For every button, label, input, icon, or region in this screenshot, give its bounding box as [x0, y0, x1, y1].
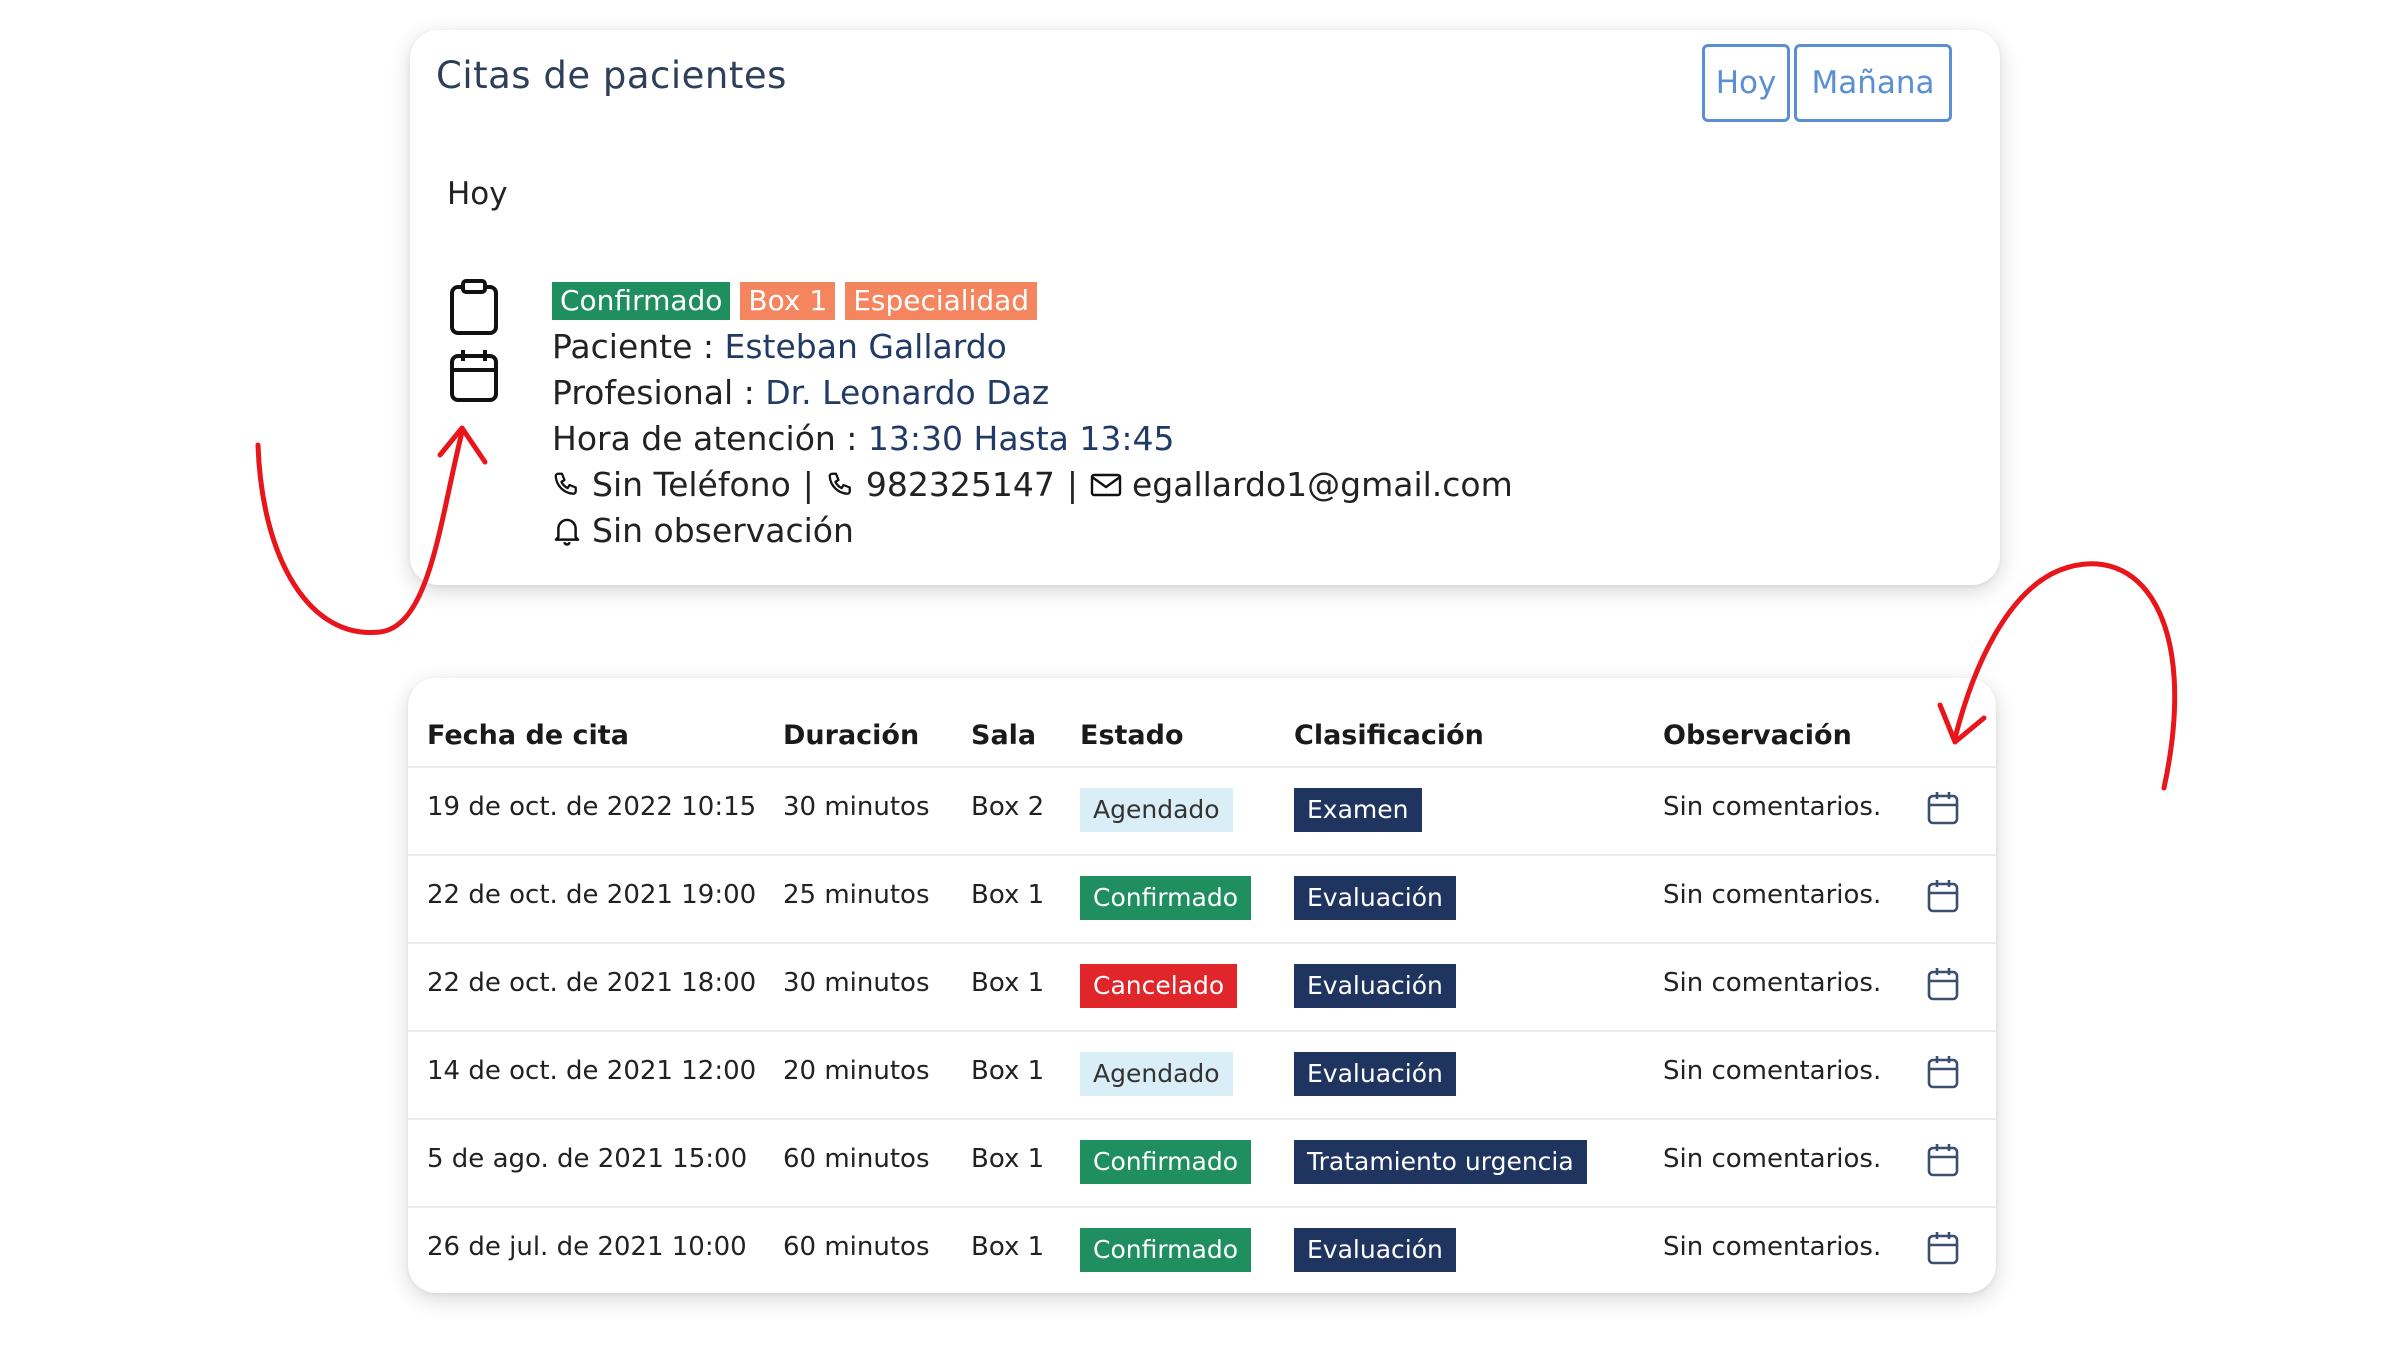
table-row[interactable]: 22 de oct. de 2021 18:00 30 minutos Box 1 S…	[408, 942, 1996, 1030]
professional-line: Profesional : Dr. Leonardo Daz	[552, 370, 1513, 416]
status-badge: Confirmado	[1080, 1228, 1252, 1272]
professional-name: Dr. Leonardo Daz	[765, 373, 1050, 412]
row-calendar-icon[interactable]	[1926, 1230, 1960, 1270]
professional-label: Profesional :	[552, 373, 766, 412]
status-badge: Cancelado	[1080, 964, 1238, 1008]
header-duracion: Duración	[783, 720, 920, 751]
cell-sala: Box 1	[971, 1144, 1045, 1174]
clipboard-icon[interactable]	[448, 278, 500, 336]
cell-observacion: Sin comentarios.	[1663, 792, 1882, 822]
cell-observacion: Sin comentarios.	[1663, 880, 1882, 910]
cell-duracion: 30 minutos	[783, 968, 930, 998]
today-button[interactable]: Hoy	[1702, 44, 1790, 122]
cell-observacion: Sin comentarios.	[1663, 968, 1882, 998]
cell-sala: Box 1	[971, 1056, 1045, 1086]
phone-icon	[552, 470, 582, 500]
cell-duracion: 30 minutos	[783, 792, 930, 822]
status-badge: Agendado	[1080, 788, 1233, 832]
contact-line: Sin Teléfono | 982325147 | egallardo1@gm…	[552, 462, 1513, 508]
time-label: Hora de atención :	[552, 419, 868, 458]
observation-text: Sin observación	[592, 511, 854, 550]
table-row[interactable]: 14 de oct. de 2021 12:00 20 minutos Box 1 S…	[408, 1030, 1996, 1118]
classification-badge: Evaluación	[1294, 1052, 1456, 1096]
cell-duracion: 20 minutos	[783, 1056, 930, 1086]
row-calendar-icon[interactable]	[1926, 878, 1960, 918]
header-estado: Estado	[1080, 720, 1184, 751]
email-link[interactable]: egallardo1@gmail.com	[1132, 462, 1513, 508]
status-badge: Confirmado	[1080, 1140, 1252, 1184]
separator: |	[1066, 465, 1078, 504]
header-observacion: Observación	[1663, 720, 1852, 751]
table-row[interactable]: 22 de oct. de 2021 19:00 25 minutos Box 1 S…	[408, 854, 1996, 942]
header-clasificacion: Clasificación	[1294, 720, 1484, 751]
patient-line: Paciente : Esteban Gallardo	[552, 324, 1513, 370]
cell-observacion: Sin comentarios.	[1663, 1056, 1882, 1086]
status-badge: Confirmado	[552, 282, 731, 320]
table-row[interactable]: 26 de jul. de 2021 10:00 60 minutos Box 1 S…	[408, 1206, 1996, 1294]
cell-fecha: 14 de oct. de 2021 12:00	[427, 1056, 757, 1086]
status-badge: Agendado	[1080, 1052, 1233, 1096]
type-badge: Especialidad	[845, 282, 1038, 320]
patient-label: Paciente :	[552, 327, 725, 366]
classification-badge: Tratamiento urgencia	[1294, 1140, 1587, 1184]
appointments-history-table: Fecha de cita Duración Sala Estado Clasi…	[408, 678, 1996, 1293]
cell-fecha: 22 de oct. de 2021 18:00	[427, 968, 757, 998]
section-label-today: Hoy	[447, 176, 508, 212]
cell-duracion: 25 minutos	[783, 880, 930, 910]
time-value: 13:30 Hasta 13:45	[867, 419, 1175, 458]
cell-observacion: Sin comentarios.	[1663, 1232, 1882, 1262]
table-row[interactable]: 5 de ago. de 2021 15:00 60 minutos Box 1 Si…	[408, 1118, 1996, 1206]
appointments-card: Citas de pacientes Hoy Mañana Hoy Confir…	[410, 30, 2000, 585]
cell-duracion: 60 minutos	[783, 1144, 930, 1174]
table-row[interactable]: 19 de oct. de 2022 10:15 30 minutos Box 2 S…	[408, 766, 1996, 854]
cell-observacion: Sin comentarios.	[1663, 1144, 1882, 1174]
classification-badge: Examen	[1294, 788, 1422, 832]
time-line: Hora de atención : 13:30 Hasta 13:45	[552, 416, 1513, 462]
appointment-tags: Confirmado Box 1 Especialidad	[552, 282, 1513, 320]
cell-sala: Box 1	[971, 1232, 1045, 1262]
cell-sala: Box 1	[971, 880, 1045, 910]
room-badge: Box 1	[740, 282, 836, 320]
cell-fecha: 19 de oct. de 2022 10:15	[427, 792, 757, 822]
card-title: Citas de pacientes	[436, 54, 787, 97]
status-badge: Confirmado	[1080, 876, 1252, 920]
classification-badge: Evaluación	[1294, 964, 1456, 1008]
classification-badge: Evaluación	[1294, 876, 1456, 920]
cell-fecha: 26 de jul. de 2021 10:00	[427, 1232, 747, 1262]
cell-fecha: 5 de ago. de 2021 15:00	[427, 1144, 748, 1174]
patient-name: Esteban Gallardo	[724, 327, 1007, 366]
tomorrow-button[interactable]: Mañana	[1794, 44, 1952, 122]
row-calendar-icon[interactable]	[1926, 790, 1960, 830]
appointment-icons	[448, 278, 500, 416]
separator: |	[802, 465, 814, 504]
row-calendar-icon[interactable]	[1926, 966, 1960, 1006]
mobile-phone[interactable]: 982325147	[866, 462, 1055, 508]
calendar-icon[interactable]	[448, 348, 500, 404]
observation-line: Sin observación	[552, 508, 1513, 554]
row-calendar-icon[interactable]	[1926, 1054, 1960, 1094]
row-calendar-icon[interactable]	[1926, 1142, 1960, 1182]
day-toggle-group: Hoy Mañana	[1702, 44, 1952, 122]
phone-empty: Sin Teléfono	[592, 465, 791, 504]
cell-fecha: 22 de oct. de 2021 19:00	[427, 880, 757, 910]
phone-icon	[826, 470, 856, 500]
cell-duracion: 60 minutos	[783, 1232, 930, 1262]
bell-icon	[552, 515, 582, 547]
cell-sala: Box 1	[971, 968, 1045, 998]
appointment-details: Confirmado Box 1 Especialidad Paciente :…	[552, 282, 1513, 554]
mail-icon	[1090, 472, 1122, 498]
classification-badge: Evaluación	[1294, 1228, 1456, 1272]
header-fecha: Fecha de cita	[427, 720, 629, 751]
cell-sala: Box 2	[971, 792, 1045, 822]
header-sala: Sala	[971, 720, 1037, 751]
